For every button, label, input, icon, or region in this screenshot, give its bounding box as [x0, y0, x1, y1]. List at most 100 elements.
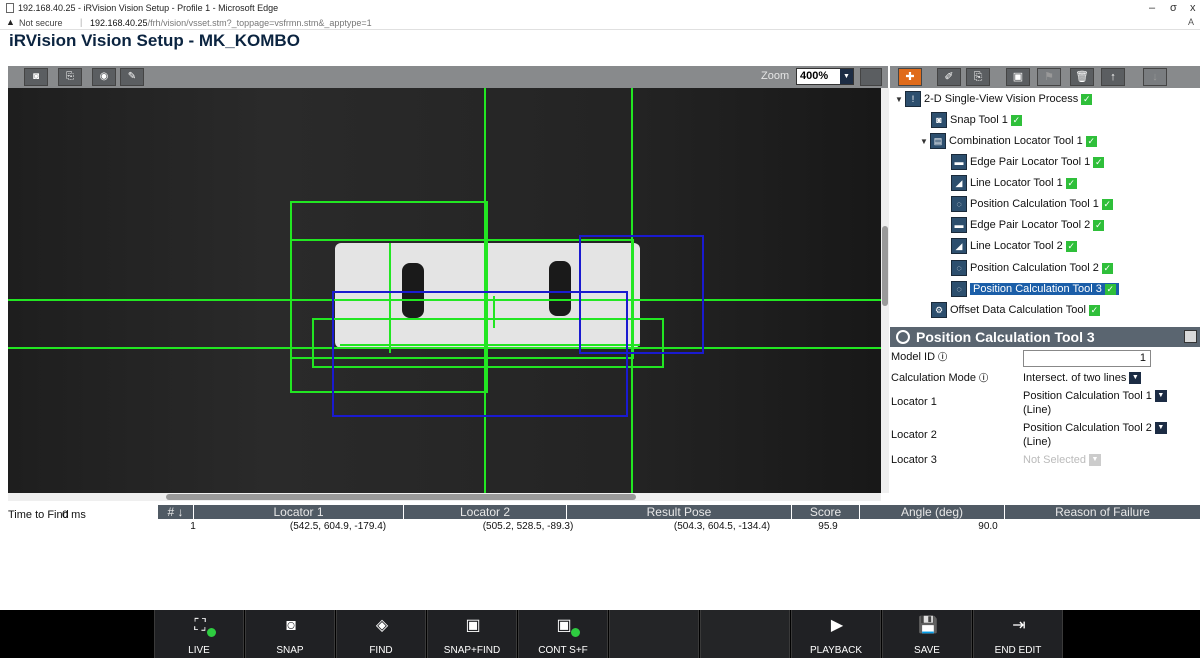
delete-tool-icon[interactable]: 🗑 — [1070, 68, 1094, 86]
locator3-label: Locator 3 — [891, 454, 937, 466]
camera-image[interactable] — [8, 88, 881, 493]
locator2-label: Locator 2 — [891, 429, 937, 441]
tree-node-line-locator-2[interactable]: ◢ Line Locator Tool 2 ✓ — [951, 236, 1077, 256]
checkbox-icon[interactable]: ✓ — [1085, 135, 1097, 147]
fit-to-window-icon[interactable] — [860, 68, 882, 86]
checkbox-icon[interactable]: ✓ — [1010, 114, 1022, 126]
paste-tool-icon[interactable]: ▣ — [1006, 68, 1030, 86]
edit-tool-icon[interactable]: ✐ — [937, 68, 961, 86]
scroll-thumb[interactable] — [166, 494, 636, 500]
zoom-label: Zoom — [761, 70, 790, 82]
close-button[interactable]: x — [1190, 2, 1196, 14]
property-panel: Model ID ⓘ 1 Calculation Mode ⓘ Intersec… — [890, 347, 1200, 493]
browser-title-bar: 192.168.40.25 - iRVision Vision Setup - … — [0, 0, 1200, 16]
tree-node-position-calc-3[interactable]: ◌ Position Calculation Tool 3 ✓ — [951, 279, 1119, 299]
tree-node-line-locator-1[interactable]: ◢ Line Locator Tool 1 ✓ — [951, 173, 1077, 193]
column-header-reason[interactable]: Reason of Failure — [1005, 505, 1200, 519]
window-title: 192.168.40.25 - iRVision Vision Setup - … — [18, 3, 279, 13]
column-header-locator2[interactable]: Locator 2 — [404, 505, 567, 519]
chevron-down-icon: ▼ — [1154, 390, 1167, 403]
edge-pair-icon: ▬ — [951, 217, 967, 234]
playback-icon: ▶ — [830, 617, 844, 634]
menu-icon[interactable] — [1184, 330, 1197, 343]
checkbox-icon[interactable]: ✓ — [1101, 262, 1113, 274]
image-overlay — [8, 88, 881, 493]
address-bar[interactable]: ▲ Not secure | 192.168.40.25/frh/vision/… — [0, 16, 1200, 30]
warning-icon: ▲ — [6, 17, 15, 27]
end-edit-icon: ⇥ — [1012, 617, 1026, 634]
process-icon: ! — [905, 91, 921, 108]
tree-node-offset-data[interactable]: ⚙ Offset Data Calculation Tool ✓ — [931, 300, 1100, 320]
cell-locator2: (505.2, 528.5, -89.3) — [482, 521, 574, 532]
workpiece-slot-1 — [402, 263, 424, 318]
model-id-input[interactable]: 1 — [1023, 350, 1151, 367]
restore-button[interactable]: σ — [1170, 2, 1177, 14]
column-header-score[interactable]: Score — [792, 505, 860, 519]
snap-tool-icon: ◙ — [931, 112, 947, 129]
cont-snap-find-button[interactable]: ▣ CONT S+F — [518, 610, 608, 658]
column-header-angle[interactable]: Angle (deg) — [860, 505, 1005, 519]
horizontal-scrollbar[interactable] — [8, 493, 881, 501]
tree-node-snap-tool[interactable]: ◙ Snap Tool 1 ✓ — [931, 110, 1022, 130]
zoom-select[interactable]: 400% ▼ — [796, 68, 854, 85]
tree-toolbar: ✚ ✐ ⎘ ▣ ⚑ 🗑 ↑ ↓ — [890, 66, 1200, 88]
tree-node-edge-pair-2[interactable]: ▬ Edge Pair Locator Tool 2 ✓ — [951, 215, 1105, 235]
save-button[interactable]: 💾 SAVE — [882, 610, 972, 658]
checkbox-icon[interactable]: ✓ — [1093, 219, 1105, 231]
move-up-icon[interactable]: ↑ — [1101, 68, 1125, 86]
locator2-select[interactable]: Position Calculation Tool 2 ▼ (Line) — [1023, 421, 1167, 449]
calc-mode-select[interactable]: Intersect. of two lines ▼ — [1023, 371, 1167, 385]
rename-tool-icon[interactable]: ⚑ — [1037, 68, 1061, 86]
find-button[interactable]: ◈ FIND — [336, 610, 426, 658]
scroll-thumb[interactable] — [882, 226, 888, 306]
snap-icon: ◙ — [286, 617, 296, 634]
pen-icon[interactable]: ✎ — [120, 68, 144, 86]
checkbox-icon[interactable]: ✓ — [1104, 283, 1116, 295]
minimize-button[interactable]: – — [1149, 2, 1155, 14]
tree-node-position-calc-1[interactable]: ◌ Position Calculation Tool 1 ✓ — [951, 194, 1113, 214]
position-calc-icon: ◌ — [951, 281, 967, 298]
tree-node-edge-pair-1[interactable]: ▬ Edge Pair Locator Tool 1 ✓ — [951, 152, 1105, 172]
snap-find-icon: ▣ — [465, 617, 481, 634]
checkbox-icon[interactable]: ✓ — [1088, 304, 1100, 316]
column-header-locator1[interactable]: Locator 1 — [194, 505, 404, 519]
add-tool-icon[interactable]: ✚ — [898, 68, 922, 86]
property-panel-title: Position Calculation Tool 3 — [916, 329, 1095, 345]
live-button[interactable]: ⛶ LIVE — [154, 610, 244, 658]
checkbox-icon[interactable]: ✓ — [1101, 198, 1113, 210]
combination-locator-icon: ▤ — [930, 133, 946, 150]
snap-find-button[interactable]: ▣ SNAP+FIND — [427, 610, 517, 658]
position-calc-icon — [896, 330, 910, 344]
copy-tool-icon[interactable]: ⎘ — [966, 68, 990, 86]
url-text[interactable]: 192.168.40.25/frh/vision/vsset.stm?_topp… — [90, 18, 372, 28]
tree-node-combination-locator[interactable]: ▼ ▤ Combination Locator Tool 1 ✓ — [920, 131, 1097, 151]
snap-icon[interactable]: ◉ — [92, 68, 116, 86]
camera-icon[interactable]: ◙ — [24, 68, 48, 86]
table-row[interactable]: 1 (542.5, 604.9, -179.4) (505.2, 528.5, … — [158, 521, 1200, 535]
playback-button[interactable]: ▶ PLAYBACK — [791, 610, 881, 658]
calc-mode-label: Calculation Mode ⓘ — [891, 372, 989, 384]
locator3-select[interactable]: Not Selected ▼ — [1023, 453, 1167, 467]
collapse-icon[interactable]: ▼ — [895, 90, 905, 110]
play-icon — [207, 628, 216, 637]
checkbox-icon[interactable]: ✓ — [1065, 240, 1077, 252]
column-header-number[interactable]: # ↓ — [158, 505, 194, 519]
collapse-icon[interactable]: ▼ — [920, 132, 930, 152]
checkbox-icon[interactable]: ✓ — [1093, 156, 1105, 168]
move-down-icon[interactable]: ↓ — [1143, 68, 1167, 86]
app-header: iRVision Vision Setup - MK_KOMBO — [0, 30, 1200, 50]
tree-node-vision-process[interactable]: ▼! 2-D Single-View Vision Process ✓ — [895, 89, 1093, 110]
chevron-down-icon: ▼ — [1088, 454, 1101, 467]
vertical-scrollbar[interactable] — [881, 88, 889, 493]
time-to-find-value: 0 ms — [62, 509, 86, 521]
column-header-result-pose[interactable]: Result Pose — [567, 505, 792, 519]
end-edit-button[interactable]: ⇥ END EDIT — [973, 610, 1063, 658]
security-status[interactable]: Not secure — [19, 18, 63, 28]
checkbox-icon[interactable]: ✓ — [1065, 177, 1077, 189]
read-aloud-icon[interactable]: A — [1188, 17, 1194, 27]
snap-button[interactable]: ◙ SNAP — [245, 610, 335, 658]
locator1-select[interactable]: Position Calculation Tool 1 ▼ (Line) — [1023, 389, 1167, 417]
checkbox-icon[interactable]: ✓ — [1081, 93, 1093, 105]
tree-node-position-calc-2[interactable]: ◌ Position Calculation Tool 2 ✓ — [951, 258, 1113, 278]
save-image-icon[interactable]: ⎘ — [58, 68, 82, 86]
